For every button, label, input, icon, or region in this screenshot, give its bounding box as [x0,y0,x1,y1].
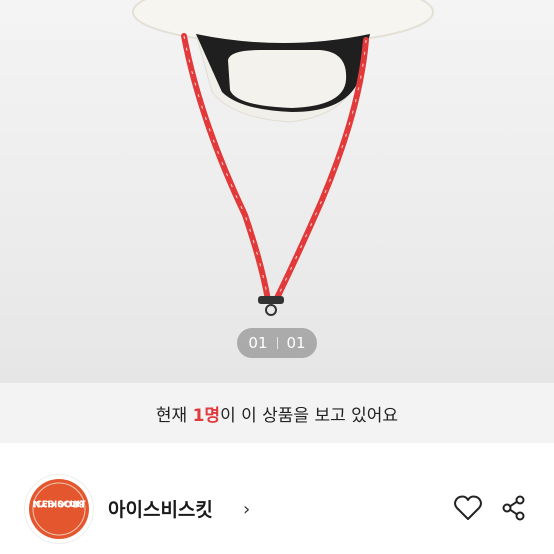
live-viewers-banner: 현재 1명 이 이 상품을 보고 있어요 [0,383,554,443]
chevron-right-icon[interactable]: › [243,499,250,520]
viewers-count: 1명 [192,405,221,426]
share-button[interactable] [498,492,530,524]
heart-icon [454,495,482,520]
viewers-suffix: 이 이 상품을 보고 있어요 [220,405,399,426]
logo-text-bottom: BROOKLYN [33,498,84,508]
shop-name[interactable]: 아이스비스킷 [108,495,213,522]
shop-logo-image: ICEBISCUIT BROOKLYN [29,479,89,539]
counter-divider [276,337,278,349]
like-button[interactable] [452,492,484,524]
share-icon [502,495,525,521]
viewers-prefix: 현재 [155,405,193,426]
image-counter: 01 01 [237,328,317,358]
product-image [132,0,434,316]
product-image-gallery[interactable]: 01 01 [0,0,554,383]
image-counter-total: 01 [286,334,306,352]
image-counter-current: 01 [248,334,268,352]
shop-logo[interactable]: ICEBISCUIT BROOKLYN [24,474,94,544]
